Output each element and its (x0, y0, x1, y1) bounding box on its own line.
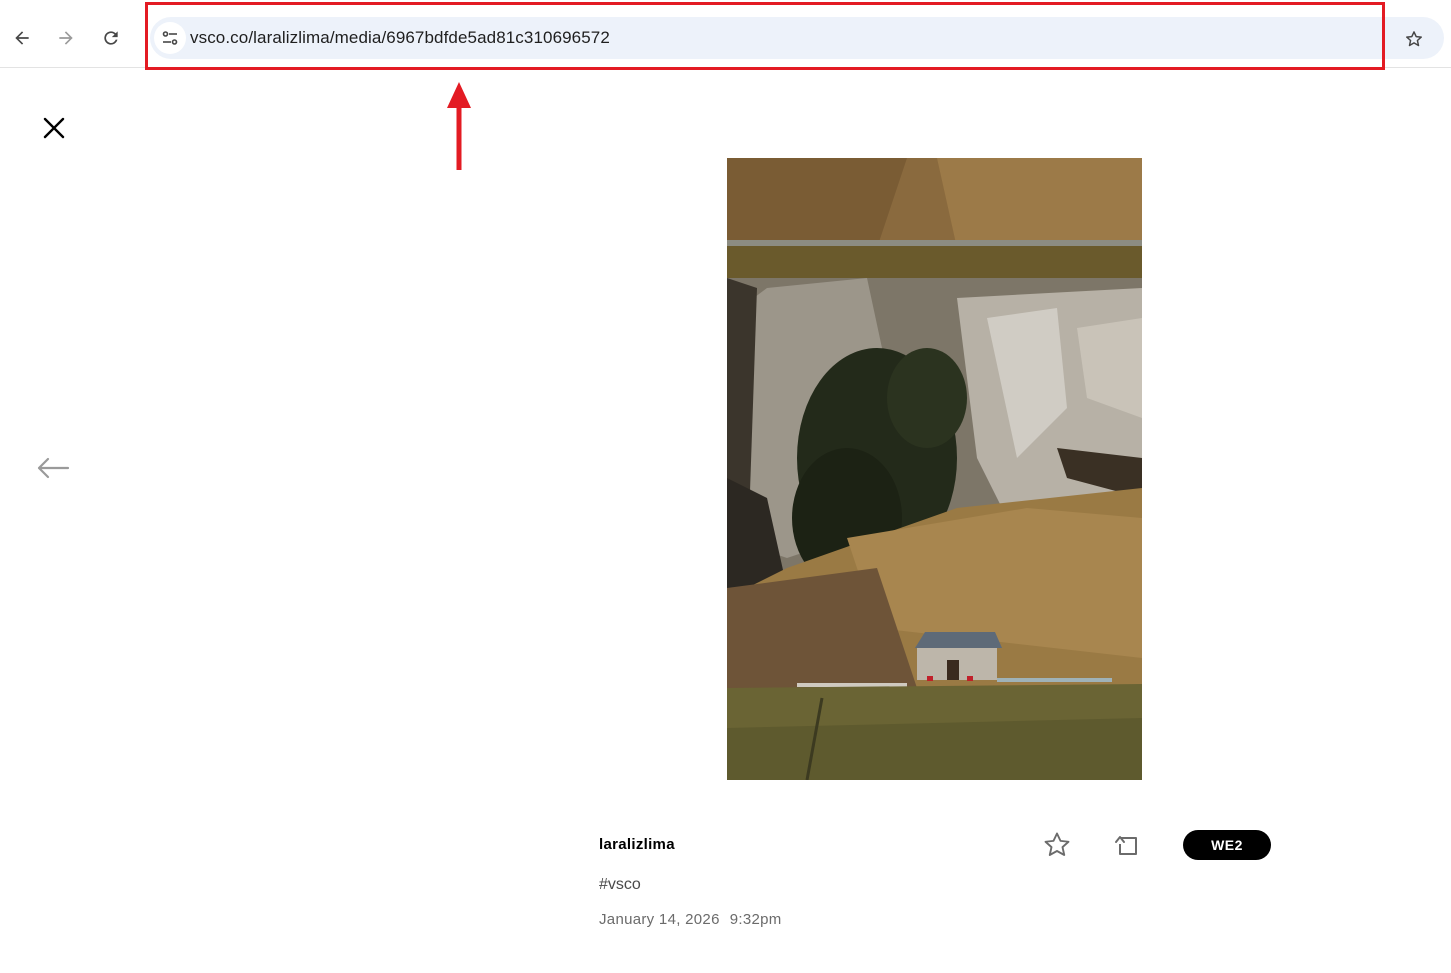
tune-icon (162, 31, 178, 45)
repost-button[interactable] (1110, 828, 1144, 862)
site-info-button[interactable] (154, 22, 186, 54)
preset-badge[interactable]: WE2 (1183, 830, 1271, 860)
address-bar[interactable]: vsco.co/laralizlima/media/6967bdfde5ad81… (150, 17, 1444, 59)
previous-image-button[interactable] (34, 452, 72, 484)
reload-button[interactable] (95, 22, 127, 54)
arrow-right-icon (59, 31, 73, 45)
forward-button[interactable] (50, 22, 82, 54)
post-datetime: January 14, 2026 9:32pm (599, 911, 782, 928)
favorite-button[interactable] (1040, 828, 1074, 862)
bookmark-button[interactable] (1398, 23, 1430, 55)
post-caption-hashtag[interactable]: #vsco (599, 876, 641, 894)
annotation-arrow-icon (447, 82, 471, 170)
post-time: 9:32pm (729, 911, 782, 928)
close-icon (43, 117, 65, 139)
repost-icon (1115, 836, 1137, 855)
star-outline-icon (1406, 31, 1422, 47)
star-outline-icon (1044, 832, 1070, 856)
post-photo (727, 158, 1142, 780)
back-button[interactable] (6, 22, 38, 54)
post-date: January 14, 2026 (599, 911, 720, 928)
close-button[interactable] (38, 112, 70, 144)
arrow-left-icon (37, 457, 70, 479)
url-text[interactable]: vsco.co/laralizlima/media/6967bdfde5ad81… (190, 28, 610, 48)
reload-icon (104, 31, 118, 45)
browser-toolbar: vsco.co/laralizlima/media/6967bdfde5ad81… (0, 0, 1451, 68)
post-username[interactable]: laralizlima (599, 836, 675, 853)
arrow-left-icon (15, 31, 29, 45)
